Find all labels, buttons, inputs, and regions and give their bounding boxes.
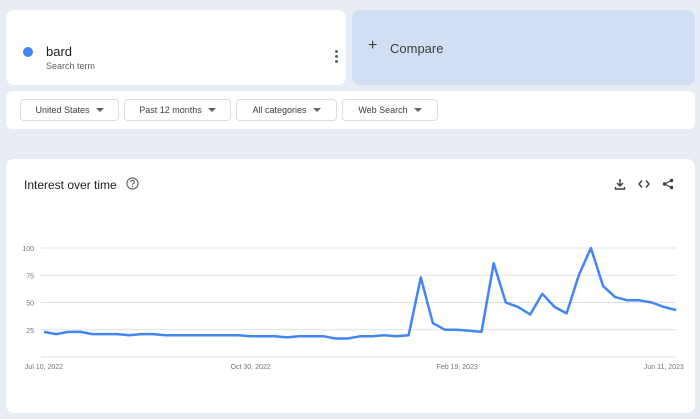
- plus-icon[interactable]: +: [368, 38, 377, 54]
- filter-category-label: All categories: [252, 105, 307, 115]
- compare-label[interactable]: Compare: [390, 41, 443, 56]
- y-tick-label: 50: [26, 301, 34, 308]
- x-tick-label: Feb 19, 2023: [437, 364, 478, 371]
- filter-region-label: United States: [35, 105, 90, 115]
- series-line[interactable]: [43, 246, 677, 340]
- y-tick-label: 25: [26, 328, 34, 335]
- filter-bar: United States Past 12 months All categor…: [6, 91, 695, 129]
- search-term-name[interactable]: bard: [46, 44, 72, 59]
- search-term-card[interactable]: bard Search term: [6, 10, 346, 85]
- y-tick-label: 100: [22, 246, 34, 253]
- interest-line-chart: 25 50 75 100 Jul 10, 2022 Oct 30, 2022 Feb 19,…: [22, 246, 684, 371]
- interest-over-time-card: Interest over time 25 50 75 100 Jul 10, 2022…: [6, 159, 695, 413]
- filter-region[interactable]: United States: [20, 99, 119, 121]
- caret-down-icon: [95, 108, 104, 112]
- filter-time-label: Past 12 months: [139, 105, 202, 115]
- filter-time-range[interactable]: Past 12 months: [124, 99, 231, 121]
- x-tick-label: Oct 30, 2022: [231, 364, 271, 371]
- x-tick-label: Jun 11, 2023: [644, 364, 684, 371]
- filter-category[interactable]: All categories: [236, 99, 337, 121]
- caret-down-icon: [413, 108, 422, 112]
- search-term-subtitle: Search term: [46, 61, 96, 71]
- more-vert-icon[interactable]: [330, 50, 342, 64]
- series-color-dot: [23, 47, 33, 57]
- caret-down-icon: [207, 108, 216, 112]
- filter-search-type[interactable]: Web Search: [342, 99, 438, 121]
- y-tick-label: 75: [26, 273, 34, 280]
- caret-down-icon: [312, 108, 321, 112]
- filter-search-type-label: Web Search: [358, 105, 408, 115]
- x-tick-label: Jul 10, 2022: [25, 364, 63, 371]
